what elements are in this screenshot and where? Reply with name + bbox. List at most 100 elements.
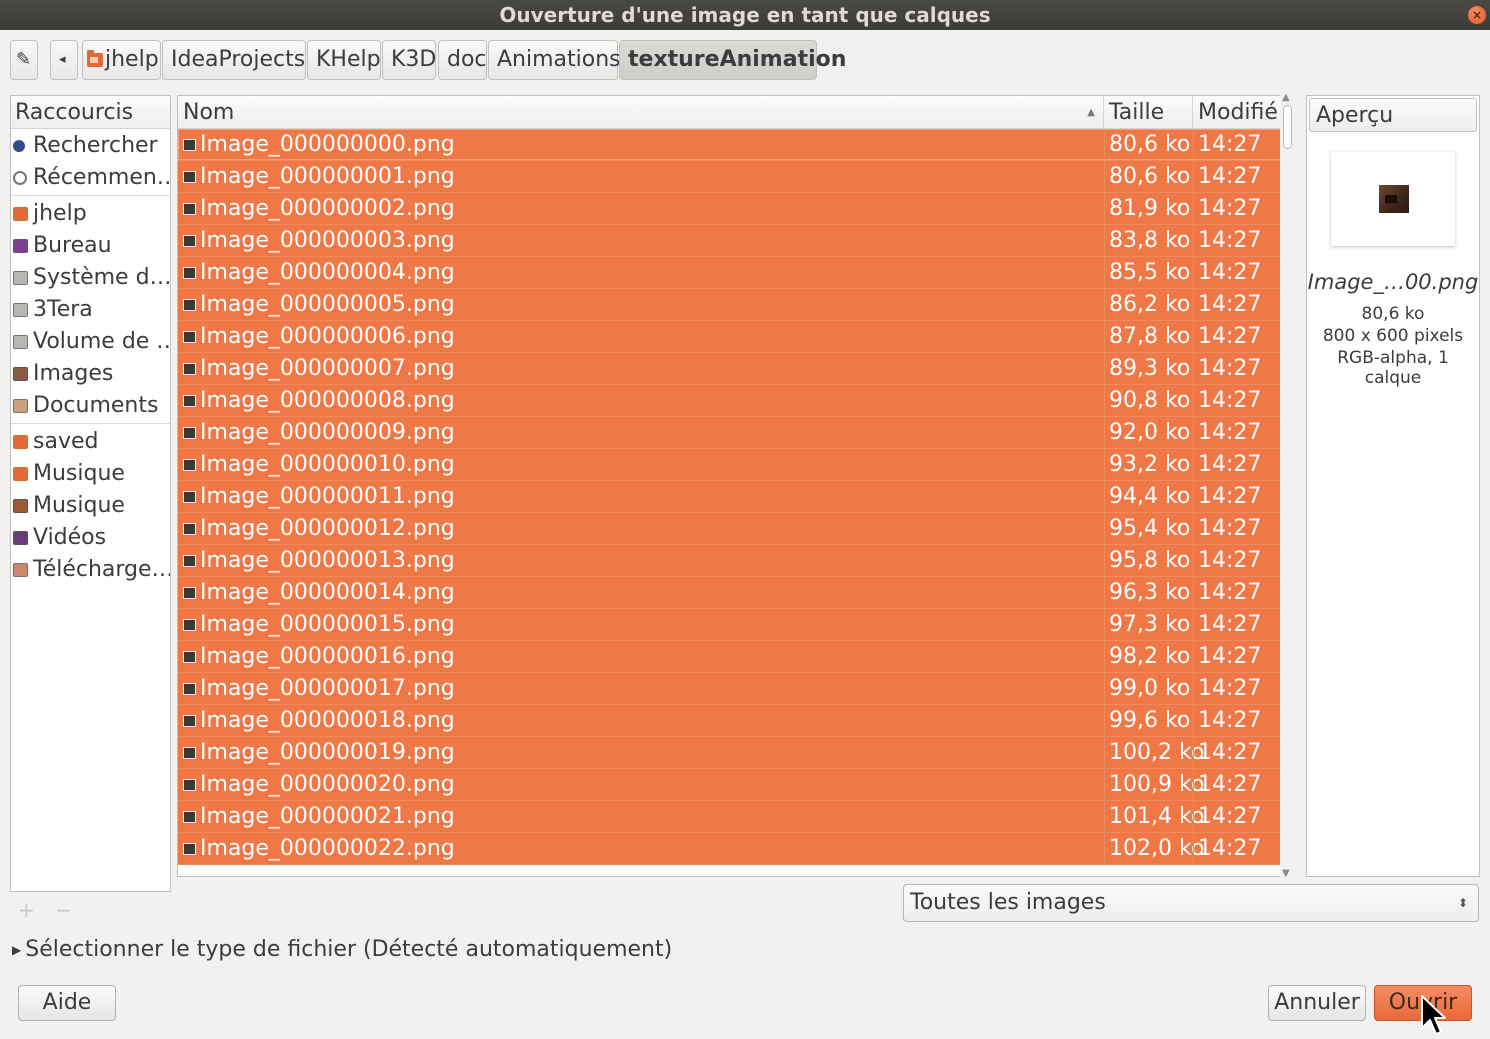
column-divider bbox=[1193, 513, 1194, 545]
add-bookmark-button[interactable]: + bbox=[18, 898, 35, 922]
table-row[interactable]: Image_000000017.png 99,0 ko 14:27 bbox=[178, 673, 1281, 705]
column-header-name[interactable]: Nom ▲ bbox=[178, 96, 1104, 129]
file-size: 86,2 ko bbox=[1109, 292, 1191, 317]
file-modified: 14:27 bbox=[1198, 196, 1262, 221]
crumb-label: KHelp bbox=[316, 47, 381, 72]
crumb-jhelp[interactable]: jhelp bbox=[82, 40, 161, 80]
column-divider bbox=[1104, 833, 1105, 865]
cancel-button[interactable]: Annuler bbox=[1268, 985, 1366, 1021]
places-separator bbox=[11, 423, 170, 424]
drive-icon bbox=[13, 335, 28, 349]
image-file-icon bbox=[183, 203, 196, 215]
column-divider bbox=[1104, 609, 1105, 641]
sidebar-item-musique-1[interactable]: Musique bbox=[11, 458, 170, 490]
crumb-animations[interactable]: Animations bbox=[488, 40, 621, 80]
close-icon[interactable]: × bbox=[1468, 6, 1486, 24]
places-separator bbox=[11, 195, 170, 196]
preview-header[interactable]: Aperçu bbox=[1309, 98, 1477, 132]
image-file-icon bbox=[183, 779, 196, 791]
table-row[interactable]: Image_000000003.png 83,8 ko 14:27 bbox=[178, 225, 1281, 257]
sidebar-item-videos[interactable]: Vidéos bbox=[11, 522, 170, 554]
column-divider bbox=[1193, 257, 1194, 289]
table-row[interactable]: Image_000000019.png 100,2 ko 14:27 bbox=[178, 737, 1281, 769]
column-divider bbox=[1104, 161, 1105, 193]
table-row[interactable]: Image_000000005.png 86,2 ko 14:27 bbox=[178, 289, 1281, 321]
file-type-expander[interactable]: ▶ Sélectionner le type de fichier (Détect… bbox=[12, 935, 672, 965]
remove-bookmark-button[interactable]: − bbox=[55, 898, 72, 922]
table-row[interactable]: Image_000000014.png 96,3 ko 14:27 bbox=[178, 577, 1281, 609]
path-back-button[interactable]: ◂ bbox=[50, 40, 78, 80]
table-row[interactable]: Image_000000000.png 80,6 ko 14:27 bbox=[178, 129, 1281, 161]
table-row[interactable]: Image_000000011.png 94,4 ko 14:27 bbox=[178, 481, 1281, 513]
crumb-textureanimation[interactable]: textureAnimation bbox=[619, 40, 846, 80]
crumb-doc[interactable]: doc bbox=[438, 40, 487, 80]
table-row[interactable]: Image_000000008.png 90,8 ko 14:27 bbox=[178, 385, 1281, 417]
table-row[interactable]: Image_000000001.png 80,6 ko 14:27 bbox=[178, 161, 1281, 193]
file-name: Image_000000011.png bbox=[200, 484, 455, 509]
sidebar-item-downloads[interactable]: Télécharge… bbox=[11, 554, 170, 586]
sidebar-item-home[interactable]: jhelp bbox=[11, 198, 170, 230]
downloads-icon bbox=[13, 563, 28, 577]
table-row[interactable]: Image_000000012.png 95,4 ko 14:27 bbox=[178, 513, 1281, 545]
sidebar-item-musique-2[interactable]: Musique bbox=[11, 490, 170, 522]
file-modified: 14:27 bbox=[1198, 452, 1262, 477]
column-divider bbox=[1193, 353, 1194, 385]
folder-icon bbox=[13, 435, 28, 449]
table-row[interactable]: Image_000000002.png 81,9 ko 14:27 bbox=[178, 193, 1281, 225]
crumb-k3d[interactable]: K3D bbox=[382, 40, 436, 80]
file-name: Image_000000016.png bbox=[200, 644, 455, 669]
file-size: 80,6 ko bbox=[1109, 164, 1191, 189]
column-divider bbox=[1193, 161, 1194, 193]
column-divider bbox=[1104, 641, 1105, 673]
file-modified: 14:27 bbox=[1198, 708, 1262, 733]
column-divider bbox=[1104, 577, 1105, 609]
help-button[interactable]: Aide bbox=[18, 985, 116, 1021]
sidebar-item-recent[interactable]: Récemmen… bbox=[11, 162, 170, 194]
table-row[interactable]: Image_000000020.png 100,9 ko 14:27 bbox=[178, 769, 1281, 801]
sidebar-item-3tera[interactable]: 3Tera bbox=[11, 294, 170, 326]
sidebar-item-saved[interactable]: saved bbox=[11, 426, 170, 458]
file-modified: 14:27 bbox=[1198, 676, 1262, 701]
column-header-modified[interactable]: Modifié bbox=[1193, 96, 1281, 129]
image-file-icon bbox=[183, 523, 196, 535]
file-modified: 14:27 bbox=[1198, 644, 1262, 669]
table-row[interactable]: Image_000000009.png 92,0 ko 14:27 bbox=[178, 417, 1281, 449]
home-folder-icon bbox=[13, 207, 28, 221]
image-file-icon bbox=[183, 267, 196, 279]
sidebar-item-filesystem[interactable]: Système d… bbox=[11, 262, 170, 294]
file-list: Nom ▲ Taille Modifié Image_000000000.png… bbox=[177, 95, 1295, 877]
scroll-down-icon[interactable]: ▼ bbox=[1282, 868, 1290, 879]
scroll-up-icon[interactable]: ▲ bbox=[1282, 92, 1290, 103]
sidebar-item-search[interactable]: Rechercher bbox=[11, 130, 170, 162]
table-row[interactable]: Image_000000016.png 98,2 ko 14:27 bbox=[178, 641, 1281, 673]
table-row[interactable]: Image_000000015.png 97,3 ko 14:27 bbox=[178, 609, 1281, 641]
column-divider bbox=[1193, 417, 1194, 449]
column-divider bbox=[1104, 193, 1105, 225]
table-row[interactable]: Image_000000021.png 101,4 ko 14:27 bbox=[178, 801, 1281, 833]
table-row[interactable]: Image_000000013.png 95,8 ko 14:27 bbox=[178, 545, 1281, 577]
sidebar-item-volume[interactable]: Volume de … bbox=[11, 326, 170, 358]
file-list-scrollbar[interactable]: ▲ ▼ bbox=[1280, 92, 1295, 879]
edit-location-button[interactable]: ✎ bbox=[10, 40, 38, 80]
image-file-icon bbox=[183, 651, 196, 663]
table-row[interactable]: Image_000000006.png 87,8 ko 14:27 bbox=[178, 321, 1281, 353]
table-row[interactable]: Image_000000010.png 93,2 ko 14:27 bbox=[178, 449, 1281, 481]
preview-thumbnail bbox=[1331, 152, 1455, 246]
table-row[interactable]: Image_000000007.png 89,3 ko 14:27 bbox=[178, 353, 1281, 385]
image-file-icon bbox=[183, 171, 196, 183]
scrollbar-thumb[interactable] bbox=[1283, 105, 1292, 149]
sidebar-item-desktop[interactable]: Bureau bbox=[11, 230, 170, 262]
file-modified: 14:27 bbox=[1198, 324, 1262, 349]
sidebar-item-documents[interactable]: Documents bbox=[11, 390, 170, 422]
table-row[interactable]: Image_000000018.png 99,6 ko 14:27 bbox=[178, 705, 1281, 737]
table-row[interactable]: Image_000000022.png 102,0 ko 14:27 bbox=[178, 833, 1281, 865]
crumb-ideaprojects[interactable]: IdeaProjects bbox=[162, 40, 306, 80]
crumb-khelp[interactable]: KHelp bbox=[307, 40, 381, 80]
file-name: Image_000000012.png bbox=[200, 516, 455, 541]
sidebar-item-images[interactable]: Images bbox=[11, 358, 170, 390]
file-type-filter[interactable]: Toutes les images ⬍ bbox=[903, 884, 1479, 922]
table-row[interactable]: Image_000000004.png 85,5 ko 14:27 bbox=[178, 257, 1281, 289]
mouse-cursor-icon bbox=[1421, 995, 1446, 1035]
column-header-size[interactable]: Taille bbox=[1104, 96, 1193, 129]
file-modified: 14:27 bbox=[1198, 612, 1262, 637]
